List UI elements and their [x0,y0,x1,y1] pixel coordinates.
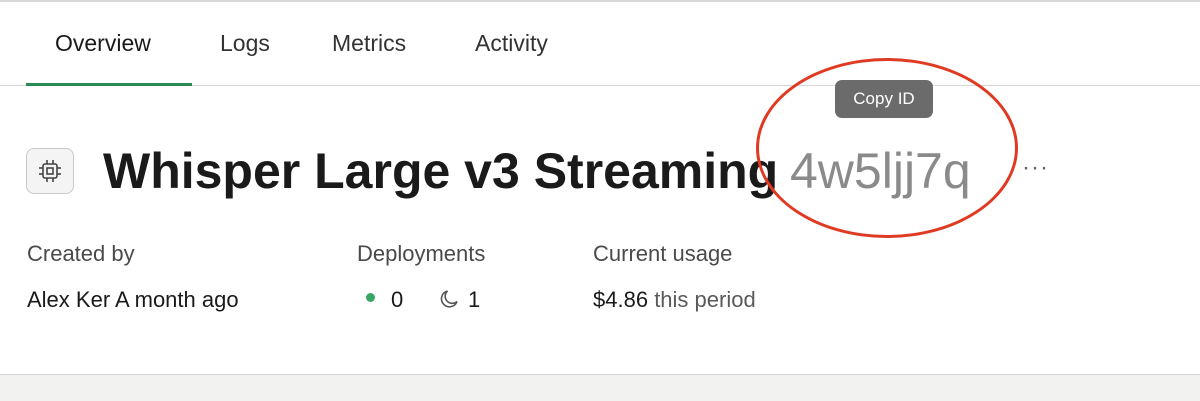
deployments-label: Deployments [357,241,486,266]
more-options-button[interactable]: ··· [1022,154,1049,182]
tab-bar: Overview Logs Metrics Activity [0,2,1200,86]
tab-logs[interactable]: Logs [220,30,270,57]
created-by-label: Created by [27,241,135,266]
footer-band [0,374,1200,401]
usage-amount: $4.86 [593,287,649,312]
active-status-dot [366,293,375,302]
tab-activity[interactable]: Activity [475,30,548,57]
chip-icon [26,148,74,194]
moon-icon [440,290,458,308]
active-deployments-count: 0 [391,287,404,312]
sleeping-deployments-count: 1 [468,287,481,312]
copy-id-tooltip: Copy ID [835,80,933,118]
current-usage-label: Current usage [593,241,733,266]
tab-metrics[interactable]: Metrics [332,30,406,57]
model-title: Whisper Large v3 Streaming [103,143,779,199]
created-by-value: Alex Ker A month ago [27,287,239,312]
active-tab-indicator [26,83,192,86]
model-id-copy[interactable]: 4w5ljj7q [790,141,971,201]
tab-overview[interactable]: Overview [55,30,151,57]
current-usage-value: $4.86 this period [593,287,756,313]
usage-period: this period [654,287,756,312]
